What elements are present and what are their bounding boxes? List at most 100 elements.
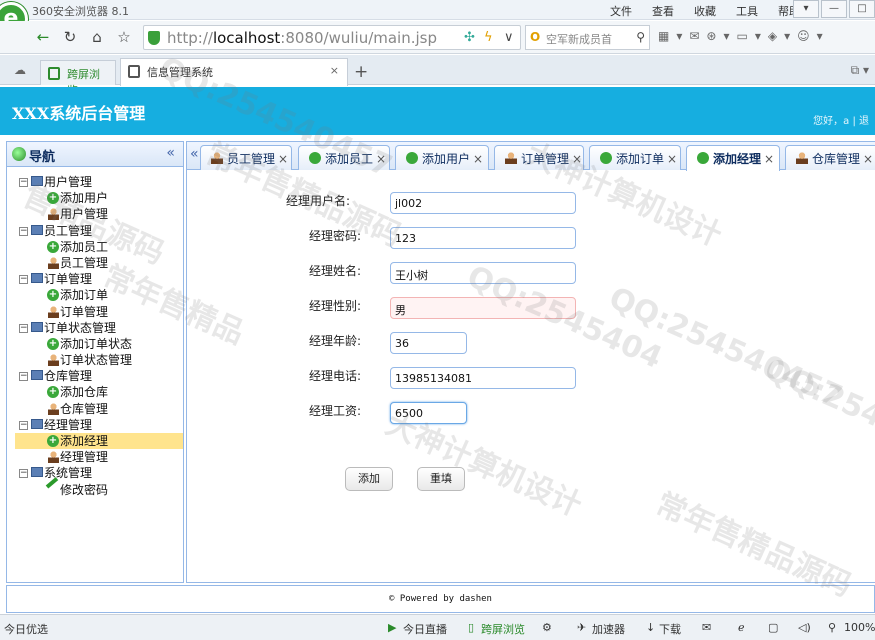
minimize-icon[interactable]: —: [821, 0, 847, 18]
close-icon[interactable]: ×: [376, 152, 386, 166]
menu-tools[interactable]: 工具: [736, 5, 758, 18]
menu-favorites[interactable]: 收藏: [694, 5, 716, 18]
add-button[interactable]: 添加: [345, 467, 393, 491]
salary-field[interactable]: 6500: [390, 402, 467, 424]
cloud-icon[interactable]: ☁: [14, 63, 26, 77]
phone-field[interactable]: 13985134081: [390, 367, 576, 389]
close-icon[interactable]: ×: [667, 152, 677, 166]
content-tab[interactable]: 添加用户 ×: [395, 145, 489, 170]
star-icon[interactable]: ☆: [114, 27, 134, 47]
tree-group[interactable]: − 订单状态管理: [15, 320, 183, 336]
reset-button[interactable]: 重填: [417, 467, 465, 491]
status-zoom[interactable]: 100%: [844, 621, 875, 634]
tree-item[interactable]: + 添加用户: [15, 190, 183, 206]
collapse-icon[interactable]: «: [166, 145, 175, 161]
tree-group-label: 订单管理: [44, 272, 93, 287]
name-field[interactable]: 王小树: [390, 262, 576, 284]
address-bar[interactable]: http://localhost:8080/wuliu/main.jsp ✣ ϟ…: [143, 25, 521, 50]
collapse-toggle-icon[interactable]: −: [19, 226, 28, 236]
tree-item[interactable]: 用户管理: [15, 206, 183, 222]
close-icon[interactable]: ×: [572, 152, 582, 166]
status-download[interactable]: 下载: [659, 621, 681, 637]
tree-item[interactable]: + 添加经理: [15, 433, 183, 450]
tree-group[interactable]: − 仓库管理: [15, 368, 183, 384]
collapse-toggle-icon[interactable]: −: [19, 372, 28, 382]
toolbar-extensions[interactable]: ▦▾✉⊛▾▭▾◈▾☺▾: [658, 29, 830, 43]
menu-file[interactable]: 文件: [610, 5, 632, 18]
window-icon[interactable]: ▢: [768, 621, 778, 634]
tree-group[interactable]: − 订单管理: [15, 271, 183, 287]
skin-icon[interactable]: ▾: [793, 0, 819, 18]
tree-item[interactable]: 订单状态管理: [15, 352, 183, 368]
close-icon[interactable]: ×: [278, 152, 288, 166]
tree-item-label: 添加用户: [60, 191, 109, 206]
content-tab[interactable]: 订单管理 ×: [494, 145, 584, 170]
add-icon: [600, 152, 612, 164]
ie-icon[interactable]: ℯ: [738, 621, 745, 634]
content-tab[interactable]: 添加员工 ×: [298, 145, 390, 170]
maximize-icon[interactable]: □: [849, 0, 875, 18]
tree-item[interactable]: 员工管理: [15, 255, 183, 271]
tree-item[interactable]: + 添加订单: [15, 287, 183, 303]
label-password: 经理密码:: [308, 229, 361, 243]
lightning-icon[interactable]: ϟ: [484, 30, 493, 45]
close-icon[interactable]: ×: [473, 152, 483, 166]
tab-label: 信息管理系统: [147, 66, 213, 79]
tree-group[interactable]: − 经理管理: [15, 417, 183, 433]
back-icon[interactable]: ←: [33, 27, 53, 47]
collapse-toggle-icon[interactable]: −: [19, 323, 28, 333]
content-tab[interactable]: 添加订单 ×: [589, 145, 681, 170]
close-icon[interactable]: ×: [863, 152, 873, 166]
collapse-toggle-icon[interactable]: −: [19, 420, 28, 430]
search-box[interactable]: O 空军新成员首 ⚲: [525, 25, 650, 50]
tree-item[interactable]: + 添加订单状态: [15, 336, 183, 352]
tab-tools-icon[interactable]: ⧉ ▾: [851, 63, 869, 78]
new-tab-icon[interactable]: +: [354, 62, 368, 82]
close-icon[interactable]: ×: [330, 64, 339, 77]
tab-info-system[interactable]: 信息管理系统 ×: [120, 58, 348, 86]
collapse-toggle-icon[interactable]: −: [19, 178, 28, 187]
search-engine-icon[interactable]: O: [530, 30, 540, 44]
address-url[interactable]: http://localhost:8080/wuliu/main.jsp: [167, 29, 437, 47]
greeting-text[interactable]: 您好，a | 退: [813, 112, 869, 127]
browser-title: 360安全浏览器 8.1: [32, 5, 129, 18]
home-icon[interactable]: ⌂: [87, 27, 107, 47]
collapse-toggle-icon[interactable]: −: [19, 469, 28, 479]
content-tab[interactable]: 仓库管理 ×: [785, 145, 875, 170]
search-input[interactable]: 空军新成员首: [546, 31, 636, 47]
status-accelerator[interactable]: 加速器: [592, 621, 625, 637]
tree-item[interactable]: 修改密码: [15, 476, 183, 498]
chevron-down-icon[interactable]: ∨: [504, 30, 514, 45]
zoom-icon[interactable]: ⚲: [828, 621, 836, 634]
tree-item[interactable]: 订单管理: [15, 304, 183, 320]
content-tab[interactable]: 员工管理 ×: [200, 145, 292, 170]
sound-icon[interactable]: ◁): [798, 621, 811, 634]
mail-icon[interactable]: ✉: [702, 621, 711, 634]
tab-cross-screen[interactable]: 跨屏浏览: [40, 60, 116, 97]
tabs-scroll-left-icon[interactable]: «: [190, 146, 199, 162]
settings-icon[interactable]: ⚙: [542, 621, 552, 634]
menu-view[interactable]: 查看: [652, 5, 674, 18]
collapse-toggle-icon[interactable]: −: [19, 275, 28, 285]
close-icon[interactable]: ×: [764, 152, 774, 166]
tree-item[interactable]: + 添加仓库: [15, 384, 183, 400]
tree-group[interactable]: − 员工管理: [15, 223, 183, 239]
username-field[interactable]: jl002: [390, 192, 576, 214]
status-cross-screen[interactable]: 跨屏浏览: [481, 621, 525, 637]
gender-field[interactable]: 男: [390, 297, 576, 319]
tree-group[interactable]: − 系统管理: [15, 465, 183, 481]
tree-group-label: 员工管理: [44, 223, 93, 238]
age-field[interactable]: 36: [390, 332, 467, 354]
tree-group[interactable]: − 用户管理: [15, 174, 183, 190]
status-today-picks[interactable]: 今日优选: [4, 621, 48, 637]
password-field[interactable]: 123: [390, 227, 576, 249]
tree-item[interactable]: 仓库管理: [15, 401, 183, 417]
tree-item[interactable]: 经理管理: [15, 449, 183, 465]
refresh-icon[interactable]: ↻: [60, 27, 80, 47]
tree-item[interactable]: + 添加员工: [15, 239, 183, 255]
search-icon[interactable]: ⚲: [636, 30, 645, 44]
reload-speed-icon[interactable]: ✣: [464, 30, 475, 45]
content-tab[interactable]: 添加经理 ×: [686, 145, 780, 171]
user-icon: [48, 208, 59, 221]
status-live[interactable]: 今日直播: [403, 621, 447, 637]
